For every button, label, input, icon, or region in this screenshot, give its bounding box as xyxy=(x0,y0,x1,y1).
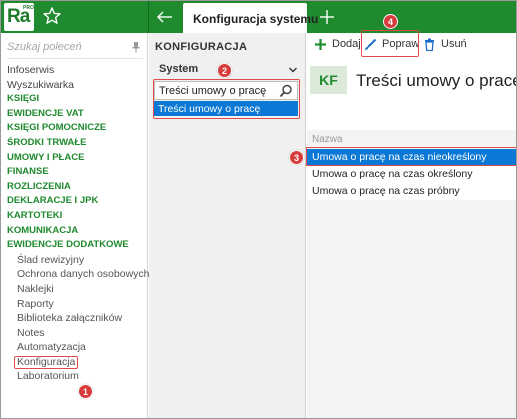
pin-icon[interactable] xyxy=(131,41,141,53)
config-search-input[interactable] xyxy=(159,84,275,98)
sidebar-item-label: Biblioteka załączników xyxy=(17,312,123,325)
sidebar-search[interactable]: Szukaj poleceń xyxy=(7,40,143,56)
table-row[interactable]: Umowa o pracę na czas próbny xyxy=(307,183,516,200)
module-badge: KF xyxy=(310,66,347,94)
column-header-nazwa[interactable]: Nazwa xyxy=(312,134,343,145)
sidebar-item[interactable]: KSIĘGI xyxy=(1,92,148,107)
app-logo: Ra PRO xyxy=(4,3,34,31)
sidebar-item[interactable]: UMOWY I PŁACE xyxy=(1,151,148,166)
tab-label: Konfiguracja systemu xyxy=(193,12,319,26)
sidebar-item-label: DEKLARACJE I JPK xyxy=(7,195,99,207)
sidebar-item[interactable]: Automatyzacja xyxy=(1,340,148,355)
step-badge-1: 1 xyxy=(78,384,93,399)
add-button[interactable]: Dodaj xyxy=(314,37,364,53)
search-underline xyxy=(7,58,143,59)
app-window: Ra PRO Konfiguracja systemu Szukaj polec… xyxy=(0,0,517,419)
search-icon[interactable] xyxy=(279,84,293,98)
toolbar: Dodaj Popraw Usuń xyxy=(307,33,516,57)
config-search-result-label: Treści umowy o pracę xyxy=(158,103,261,115)
table-cell-name: Umowa o pracę na czas określony xyxy=(312,168,473,180)
plus-icon xyxy=(315,39,326,50)
step-badge-2: 2 xyxy=(217,63,232,78)
sidebar-item-label: KOMUNIKACJA xyxy=(7,224,79,236)
sidebar-item[interactable]: Ochrona danych osobowych xyxy=(1,267,150,282)
sidebar-item[interactable]: KARTOTEKI xyxy=(1,209,148,224)
sidebar-item[interactable]: Laboratorium xyxy=(1,369,148,384)
back-arrow-icon[interactable] xyxy=(155,7,175,27)
config-panel-title: KONFIGURACJA xyxy=(155,41,248,53)
sidebar-item[interactable]: Naklejki xyxy=(1,282,148,297)
sidebar-item-label: EWIDENCJE VAT xyxy=(7,107,84,119)
sidebar-item-label: Notes xyxy=(17,326,45,339)
edit-button[interactable]: Popraw xyxy=(364,37,420,53)
sidebar-item-label: UMOWY I PŁACE xyxy=(7,151,85,163)
content-area: Dodaj Popraw Usuń KF Treści umowy o prac… xyxy=(307,33,517,418)
sidebar-item[interactable]: Infoserwis xyxy=(1,63,148,78)
sidebar-item[interactable]: KSIĘGI POMOCNICZE xyxy=(1,121,148,136)
sidebar-item-label: EWIDENCJE DODATKOWE xyxy=(7,239,129,251)
table-row[interactable]: Umowa o pracę na czas określony xyxy=(307,166,516,183)
sidebar-item-label: Wyszukiwarka xyxy=(7,78,74,91)
config-search-field[interactable] xyxy=(154,81,298,100)
sidebar-item[interactable]: DEKLARACJE I JPK xyxy=(1,194,148,209)
sidebar-item[interactable]: EWIDENCJE VAT xyxy=(1,107,148,122)
module-badge-text: KF xyxy=(319,72,338,88)
sidebar-item[interactable]: KOMUNIKACJA xyxy=(1,224,148,239)
sidebar-menu: Infoserwis Wyszukiwarka KSIĘGI EWIDENCJE VA… xyxy=(1,63,150,384)
sidebar-item-label: Naklejki xyxy=(17,282,54,295)
trash-icon xyxy=(425,38,434,51)
sidebar-item-label: ROZLICZENIA xyxy=(7,180,71,192)
star-icon[interactable] xyxy=(42,6,62,26)
sidebar-item-label: Laboratorium xyxy=(17,370,79,383)
config-panel: KONFIGURACJA System Treści umowy o pracę xyxy=(149,33,306,418)
sidebar-item[interactable]: Ślad rewizyjny xyxy=(1,253,148,268)
top-bar: Ra PRO Konfiguracja systemu xyxy=(1,1,516,33)
sidebar-item-label: ŚRODKI TRWAŁE xyxy=(7,136,87,148)
add-button-label: Dodaj xyxy=(332,38,361,50)
sidebar-item[interactable]: ROZLICZENIA xyxy=(1,180,148,195)
table-cell-name: Umowa o pracę na czas nieokreślony xyxy=(312,151,487,163)
sidebar-item[interactable]: Konfiguracja xyxy=(1,355,148,370)
sidebar-item[interactable]: Notes xyxy=(1,326,148,341)
chevron-down-icon xyxy=(289,67,297,73)
brush-icon xyxy=(365,38,377,50)
grid-header: Nazwa xyxy=(307,130,516,148)
sidebar-item[interactable]: FINANSE xyxy=(1,165,148,180)
table-cell-name: Umowa o pracę na czas próbny xyxy=(312,185,460,197)
sidebar-item[interactable]: ŚRODKI TRWAŁE xyxy=(1,136,148,151)
sidebar-item[interactable]: Wyszukiwarka xyxy=(1,78,148,93)
data-grid: Nazwa Umowa o pracę na czas nieokreślony… xyxy=(307,130,516,418)
delete-button[interactable]: Usuń xyxy=(423,37,468,53)
delete-button-label: Usuń xyxy=(441,38,467,50)
tab-konfiguracja-systemu[interactable]: Konfiguracja systemu xyxy=(183,3,318,33)
config-search-result[interactable]: Treści umowy o pracę xyxy=(154,101,298,116)
new-tab-plus-icon[interactable] xyxy=(317,7,337,27)
sidebar-item-label: KSIĘGI POMOCNICZE xyxy=(7,122,107,134)
sidebar-item-label: Raporty xyxy=(17,297,54,310)
step-badge-3: 3 xyxy=(289,150,304,165)
sidebar: Szukaj poleceń Infoserwis Wyszukiwarka KSI… xyxy=(1,33,150,418)
sidebar-item-label: Konfiguracja xyxy=(14,355,79,369)
sidebar-item[interactable]: EWIDENCJE DODATKOWE xyxy=(1,238,148,253)
sidebar-item-label: FINANSE xyxy=(7,166,49,178)
sidebar-item-label: Automatyzacja xyxy=(17,341,86,354)
config-group-value: System xyxy=(159,63,199,75)
step-badge-4: 4 xyxy=(383,14,398,29)
logo-sub: PRO xyxy=(23,5,34,11)
sidebar-item-label: KSIĘGI xyxy=(7,93,40,105)
sidebar-search-placeholder[interactable]: Szukaj poleceń xyxy=(7,41,82,53)
sidebar-item-label: Infoserwis xyxy=(7,64,55,76)
sidebar-item-label: KARTOTEKI xyxy=(7,209,63,221)
sidebar-item-label: Ochrona danych osobowych xyxy=(17,268,150,281)
sidebar-item[interactable]: Biblioteka załączników xyxy=(1,311,148,326)
topbar-divider xyxy=(148,1,149,33)
sidebar-item-label: Ślad rewizyjny xyxy=(17,253,85,266)
sidebar-item[interactable]: Raporty xyxy=(1,297,148,312)
page-title: Treści umowy o pracę xyxy=(356,71,517,90)
edit-button-label: Popraw xyxy=(382,38,420,50)
table-row[interactable]: Umowa o pracę na czas nieokreślony xyxy=(307,149,516,166)
